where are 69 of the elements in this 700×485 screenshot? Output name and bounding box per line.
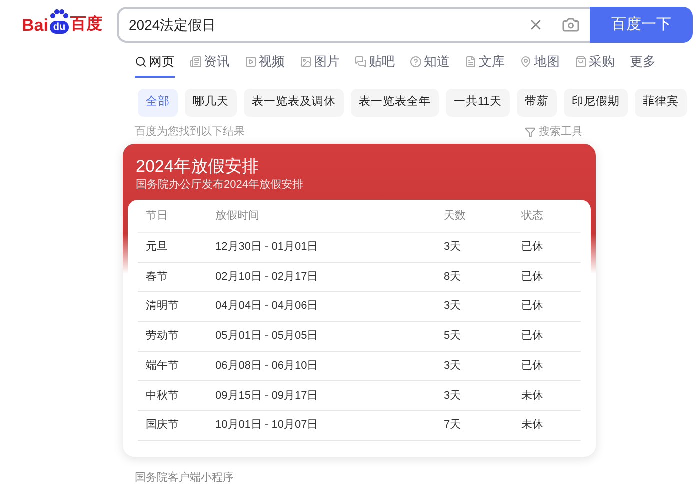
table-cell-text: 06月08日 - 06月10日 (216, 358, 320, 374)
filter-chip[interactable]: 全部 (138, 89, 178, 117)
nav-tab[interactable]: 采购 (575, 48, 615, 78)
logo-text: 百度 (70, 17, 102, 33)
image-icon (300, 56, 312, 68)
column-header: 天数 (444, 208, 467, 224)
table-cell-text: 09月15日 - 09月17日 (216, 388, 320, 404)
card-subtitle: 国务院办公厅发布2024年放假安排 (136, 178, 304, 192)
table-cell-text: 中秋节 (146, 388, 180, 404)
column-header: 状态 (521, 208, 544, 224)
chat-icon (355, 56, 367, 68)
table-cell-text: 3天 (444, 240, 462, 256)
table-cell-text: 劳动节 (146, 329, 180, 344)
table-cell-text: 3天 (444, 388, 462, 404)
table-cell-text: 端午节 (146, 358, 180, 374)
nav-tab[interactable]: 地图 (520, 48, 560, 78)
column-header: 放假时间 (216, 208, 261, 224)
question-icon (410, 56, 422, 68)
newspaper-icon (190, 56, 202, 68)
table-cell-text: 05月01日 - 05月05日 (216, 329, 320, 344)
table-cell-text: 12月30日 - 01月01日 (216, 240, 320, 256)
filter-chip[interactable]: 哪几天 (185, 89, 237, 117)
table-cell-text: 未休 (521, 388, 544, 404)
table-cell-text: 国庆节 (146, 418, 180, 434)
nav-tab[interactable]: 贴吧 (355, 48, 395, 78)
play-icon (245, 56, 257, 68)
card-title: 2024年放假安排 (136, 156, 260, 178)
table-cell-text: 02月10日 - 02月17日 (216, 270, 320, 285)
table-cell-text: 已休 (521, 240, 544, 256)
bag-icon (575, 56, 587, 68)
table-cell-text: 已休 (521, 299, 544, 314)
nav-tab[interactable]: 网页 (135, 48, 175, 78)
result-count-text: 百度为您找到以下结果 (135, 124, 245, 140)
nav-tab[interactable]: 资讯 (190, 48, 230, 78)
nav-tab[interactable]: 更多 (630, 48, 656, 78)
nav-tab[interactable]: 图片 (300, 48, 340, 78)
search-field[interactable]: 2024法定假日 (117, 7, 590, 43)
table-cell-text: 未休 (521, 418, 544, 434)
filter-chip[interactable]: 带薪 (516, 89, 557, 117)
filter-chip[interactable]: 一共11天 (446, 89, 510, 117)
nav-tab[interactable]: 知道 (410, 48, 450, 78)
table-cell-text: 3天 (444, 358, 462, 374)
filter-chip[interactable]: 表一览表及调休 (244, 89, 344, 117)
filter-chip[interactable]: 菲律宾 (634, 89, 687, 117)
source-text: 国务院客户端小程序 (135, 472, 234, 484)
nav-tab[interactable]: 视频 (245, 48, 285, 78)
table-cell-text: 7天 (444, 418, 462, 434)
table-cell-text: 8天 (444, 270, 462, 285)
table-cell-text: 3天 (444, 299, 462, 314)
table-cell-text: 04月04日 - 04月06日 (216, 299, 320, 314)
table-cell-text: 春节 (146, 270, 169, 285)
filter-icon (525, 126, 536, 138)
table-cell-text: 已休 (521, 358, 544, 374)
column-header: 节日 (146, 208, 169, 224)
search-icon (135, 56, 147, 68)
logo-text: Bai (22, 16, 48, 34)
table-cell-text: 5天 (444, 329, 462, 344)
nav-tab[interactable]: 文库 (465, 48, 505, 78)
search-button[interactable]: 百度一下 (590, 7, 693, 43)
filter-chip[interactable]: 表一览表全年 (351, 89, 439, 117)
document-icon (465, 56, 477, 68)
table-cell-text: 已休 (521, 329, 544, 344)
camera-icon[interactable] (562, 16, 580, 34)
table-cell-text: 已休 (521, 270, 544, 285)
table-cell-text: 清明节 (146, 299, 180, 314)
filter-chip[interactable]: 印尼假期 (564, 89, 628, 117)
pin-icon (520, 56, 532, 68)
table-cell-text: 元旦 (146, 240, 169, 256)
table-cell-text: 10月01日 - 10月07日 (216, 418, 320, 434)
